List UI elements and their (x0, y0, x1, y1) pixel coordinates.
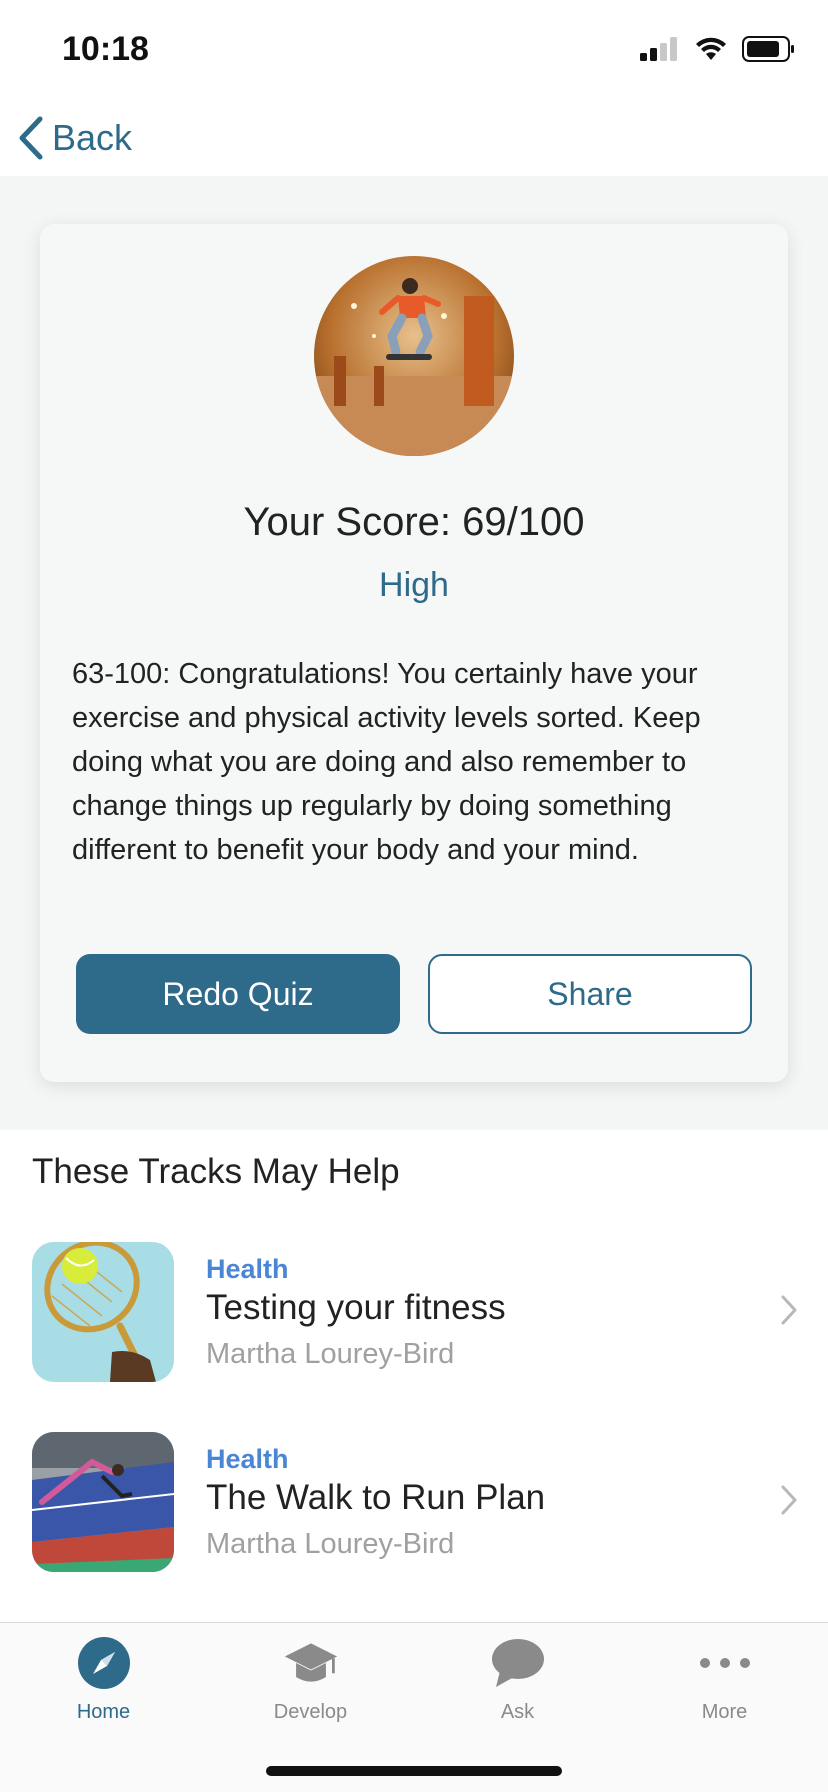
track-author: Martha Lourey-Bird (206, 1528, 455, 1560)
track-category: Health (206, 1444, 289, 1474)
tab-ask[interactable]: Ask (414, 1635, 621, 1735)
home-indicator[interactable] (266, 1766, 562, 1776)
share-button[interactable]: Share (428, 954, 752, 1034)
result-avatar-image (314, 256, 514, 456)
status-time: 10:18 (62, 30, 149, 68)
status-icons (640, 36, 796, 62)
battery-icon (742, 36, 794, 62)
tab-label: Home (76, 1701, 131, 1723)
tab-home[interactable]: Home (0, 1635, 207, 1735)
chat-bubble-icon (490, 1635, 546, 1691)
more-dots-icon (697, 1635, 753, 1691)
tab-more[interactable]: More (621, 1635, 828, 1735)
track-thumbnail-tennis (32, 1242, 174, 1382)
score-card: Your Score: 69/100 High 63-100: Congratu… (40, 224, 788, 1082)
tab-label: Develop (273, 1701, 348, 1723)
track-item-walk-to-run[interactable]: Health The Walk to Run Plan Martha Loure… (0, 1432, 828, 1572)
track-title: The Walk to Run Plan (206, 1478, 546, 1517)
track-thumbnail-running-track (32, 1432, 174, 1572)
status-bar: 10:18 (0, 0, 828, 100)
track-item-testing-fitness[interactable]: Health Testing your fitness Martha Loure… (0, 1242, 828, 1382)
compass-icon (76, 1635, 132, 1691)
score-title: Your Score: 69/100 (243, 500, 585, 544)
wifi-icon (696, 37, 726, 60)
signal-icon (640, 37, 677, 61)
score-description: 63-100: Congratulations! You certainly h… (72, 658, 701, 866)
tab-label: Ask (500, 1701, 535, 1723)
tracks-section-title: These Tracks May Help (32, 1152, 400, 1191)
navigation-bar: Back (0, 100, 828, 176)
tab-label: More (701, 1701, 748, 1723)
chevron-right-icon (781, 1295, 797, 1325)
graduation-cap-icon (283, 1635, 339, 1691)
score-level: High (379, 566, 449, 604)
chevron-left-icon (19, 116, 43, 160)
back-button[interactable]: Back (18, 110, 132, 166)
track-category: Health (206, 1254, 289, 1284)
chevron-right-icon (781, 1485, 797, 1515)
back-label: Back (52, 117, 133, 158)
tab-develop[interactable]: Develop (207, 1635, 414, 1735)
track-author: Martha Lourey-Bird (206, 1338, 455, 1370)
redo-quiz-button[interactable]: Redo Quiz (76, 954, 400, 1034)
track-title: Testing your fitness (206, 1288, 506, 1327)
